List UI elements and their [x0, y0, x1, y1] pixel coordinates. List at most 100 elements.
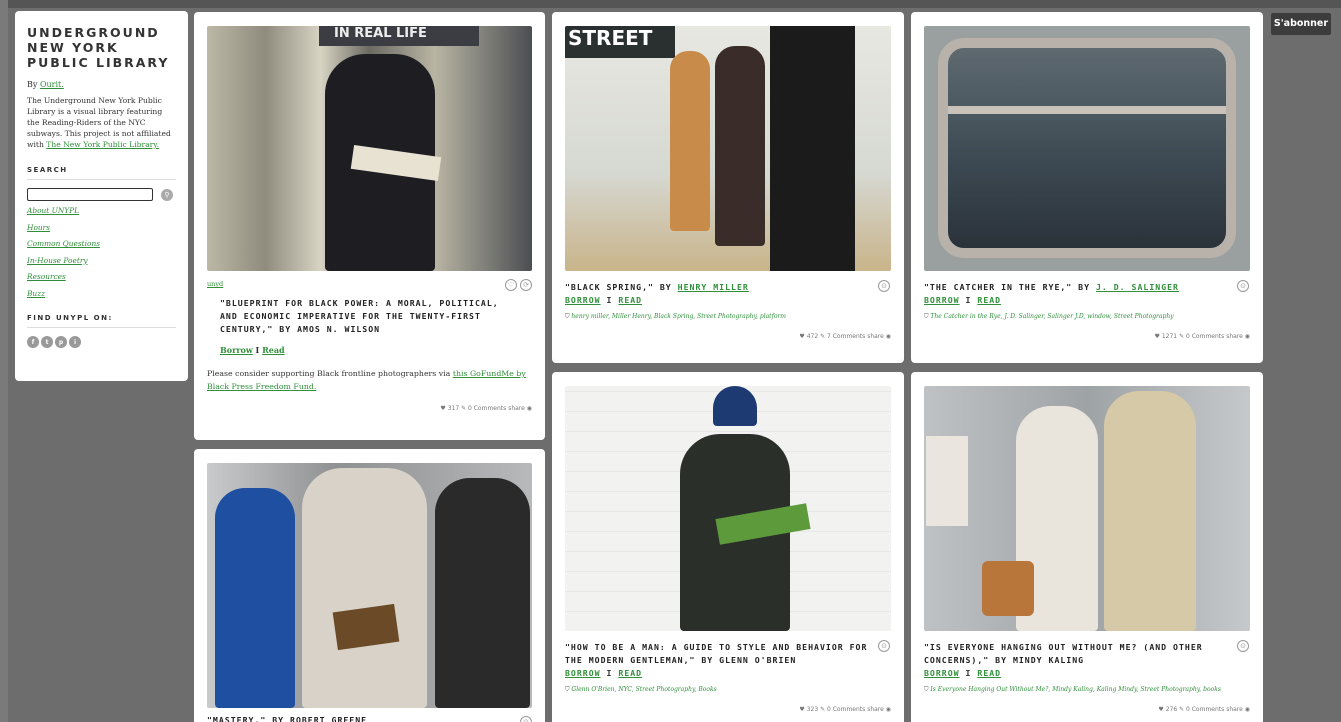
comments-link[interactable]: 0 Comments [827, 706, 865, 713]
heart-icon[interactable]: ♥ [799, 706, 804, 713]
heart-icon[interactable]: ♥ [1155, 333, 1160, 340]
post-title: "The Catcher in the Rye," by J. D. Salin… [924, 281, 1250, 294]
comment-icon[interactable]: ✎ [461, 405, 466, 412]
share-icon[interactable]: ◉ [527, 405, 532, 412]
post-photo[interactable]: STREET [565, 26, 891, 271]
tags-list[interactable]: Glenn O'Brien, NYC, Street Photography, … [571, 686, 716, 693]
separator: I [965, 295, 972, 305]
post-photo[interactable]: IN REAL LIFE [207, 26, 532, 271]
post-photo[interactable] [565, 386, 891, 631]
notes-count: 276 [1165, 706, 1178, 713]
comment-icon[interactable]: ✎ [820, 333, 825, 340]
search-input[interactable] [27, 188, 153, 201]
share-icon[interactable]: ◉ [1245, 333, 1250, 340]
sidebar-link-common-questions[interactable]: Common Questions [27, 236, 176, 253]
comment-icon[interactable]: ✎ [1179, 706, 1184, 713]
share-icon[interactable]: ◉ [886, 333, 891, 340]
share-link[interactable]: share [1226, 706, 1243, 713]
page-left-edge [0, 0, 8, 722]
post-is-everyone-hanging-out: ⊙ "Is Everyone Hanging Out Without Me? (… [911, 372, 1263, 722]
post-photo[interactable] [924, 26, 1250, 271]
sidebar-link-resources[interactable]: Resources [27, 269, 176, 286]
comment-icon[interactable]: ✎ [1179, 333, 1184, 340]
byline: By Ourit. [27, 80, 176, 89]
read-link[interactable]: READ [618, 668, 642, 678]
left-passenger [215, 488, 295, 708]
reblog-icon[interactable]: ⟳ [520, 279, 532, 291]
train-window [938, 38, 1236, 258]
post-title: "Black Spring," by Henry Miller [565, 281, 891, 294]
man-standing [1104, 391, 1196, 631]
blog-description: The Underground New York Public Library … [27, 95, 176, 150]
comments-link[interactable]: 0 Comments [1186, 706, 1224, 713]
share-icon[interactable]: ◉ [1245, 706, 1250, 713]
tags-list[interactable]: Is Everyone Hanging Out Without Me?, Min… [930, 686, 1220, 693]
instagram-icon[interactable]: i [69, 336, 81, 348]
borrow-link[interactable]: BORROW [924, 295, 960, 305]
nypl-link[interactable]: The New York Public Library. [46, 140, 159, 149]
borrow-link[interactable]: BORROW [565, 668, 601, 678]
separator: I [606, 668, 613, 678]
blog-title[interactable]: UNDERGROUND NEW YORK PUBLIC LIBRARY [27, 25, 176, 70]
post-photo[interactable] [207, 463, 532, 708]
share-circle-icon[interactable]: ⊙ [878, 280, 890, 292]
post-meta: ♥ 323 ✎ 0 Comments share ◉ [565, 706, 891, 713]
read-link[interactable]: READ [977, 668, 1001, 678]
byline-label: By [27, 80, 38, 89]
notes-count: 323 [806, 706, 819, 713]
share-link[interactable]: share [867, 333, 884, 340]
search-button[interactable]: ⚲ [161, 188, 173, 201]
sidebar-link-buzz[interactable]: Buzz [27, 286, 176, 303]
like-icon[interactable]: ♡ [505, 279, 517, 291]
sidebar-link-poetry[interactable]: In-House Poetry [27, 253, 176, 270]
share-circle-icon[interactable]: ⊙ [878, 640, 890, 652]
poster [926, 436, 968, 526]
search-heading: SEARCH [27, 166, 176, 180]
separator: I [255, 345, 260, 355]
read-link[interactable]: READ [977, 295, 1001, 305]
share-link[interactable]: share [1226, 333, 1243, 340]
post-photo[interactable] [924, 386, 1250, 631]
tags-list[interactable]: henry miller, Miller Henry, Black Spring… [571, 313, 786, 320]
tags-list[interactable]: The Catcher in the Rye, J. D. Salinger, … [930, 313, 1173, 320]
post-title: "Blueprint for Black Power: A Moral, Pol… [220, 298, 499, 334]
sidebar-link-about[interactable]: About UNYPL [27, 203, 176, 220]
post-title: "Mastery," by Robert Greene [207, 715, 368, 722]
share-icon[interactable]: ◉ [886, 706, 891, 713]
pinterest-icon[interactable]: p [55, 336, 67, 348]
street-sign: STREET [565, 26, 675, 58]
heart-icon[interactable]: ♥ [1158, 706, 1163, 713]
heart-icon[interactable]: ♥ [440, 405, 445, 412]
separator: I [965, 668, 972, 678]
heart-icon[interactable]: ♥ [799, 333, 804, 340]
read-link[interactable]: Read [262, 345, 285, 355]
post-category-link[interactable]: unyd [207, 280, 223, 288]
share-circle-icon[interactable]: ⊙ [1237, 640, 1249, 652]
borrow-link[interactable]: BORROW [924, 668, 960, 678]
author-link[interactable]: Ourit. [40, 80, 64, 89]
post-how-to-be-a-man: ⊙ "How to Be a Man: A Guide to Style and… [552, 372, 904, 722]
share-link[interactable]: share [867, 706, 884, 713]
post-black-spring: STREET ⊙ "Black Spring," by Henry Miller… [552, 12, 904, 363]
borrow-link[interactable]: Borrow [220, 345, 253, 355]
right-passenger [435, 478, 530, 708]
read-link[interactable]: READ [618, 295, 642, 305]
title-text: "Black Spring," by [565, 282, 672, 292]
passerby-figure [670, 51, 710, 231]
share-link[interactable]: share [508, 405, 525, 412]
subscribe-button[interactable]: S'abonner [1271, 13, 1331, 35]
share-circle-icon[interactable]: ⊙ [1237, 280, 1249, 292]
post-meta: ♥ 1271 ✎ 0 Comments share ◉ [924, 333, 1250, 340]
comments-link[interactable]: 0 Comments [468, 405, 506, 412]
author-link[interactable]: J. D. Salinger [1096, 282, 1179, 292]
comments-link[interactable]: 0 Comments [1186, 333, 1224, 340]
borrow-read: BORROW I READ [565, 668, 891, 678]
author-link[interactable]: Henry Miller [678, 282, 749, 292]
borrow-link[interactable]: BORROW [565, 295, 601, 305]
comment-icon[interactable]: ✎ [820, 706, 825, 713]
share-circle-icon[interactable]: ⊙ [520, 716, 532, 722]
comments-link[interactable]: 7 Comments [827, 333, 865, 340]
sidebar-link-hours[interactable]: Hours [27, 220, 176, 237]
facebook-icon[interactable]: f [27, 336, 39, 348]
twitter-icon[interactable]: t [41, 336, 53, 348]
